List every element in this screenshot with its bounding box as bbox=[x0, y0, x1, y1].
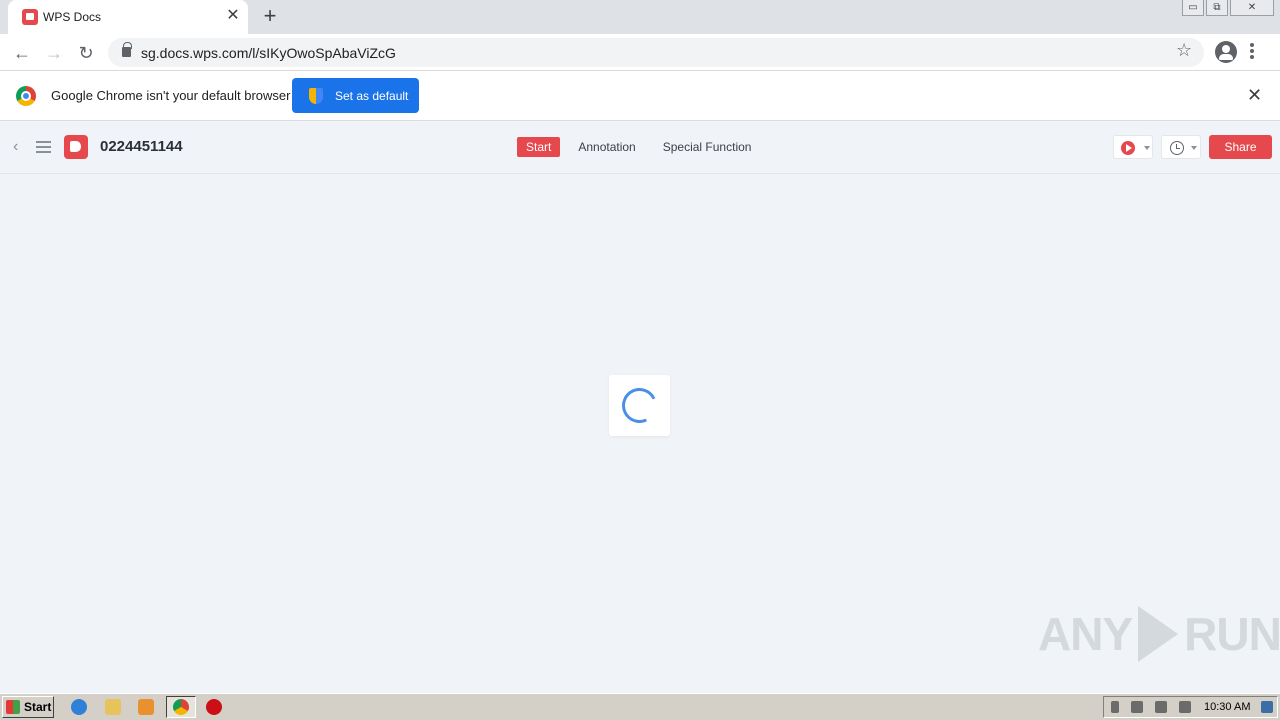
start-button[interactable]: Start bbox=[2, 696, 54, 718]
loading-spinner-icon bbox=[617, 383, 662, 428]
browser-tab[interactable]: WPS Docs ✕ bbox=[8, 0, 248, 34]
tab-annotation[interactable]: Annotation bbox=[569, 137, 644, 157]
bookmark-star-icon[interactable]: ☆ bbox=[1176, 40, 1192, 61]
loading-card bbox=[609, 375, 670, 436]
chrome-menu-icon[interactable] bbox=[1250, 43, 1254, 61]
media-player-icon[interactable] bbox=[138, 699, 154, 715]
chrome-taskbar-button[interactable] bbox=[166, 696, 196, 718]
infobar-close-icon[interactable]: ✕ bbox=[1247, 86, 1262, 104]
wps-favicon-icon bbox=[22, 9, 38, 25]
window-controls: ▭ ⧉ ✕ bbox=[1182, 0, 1274, 16]
set-as-default-button[interactable]: Set as default bbox=[292, 78, 419, 113]
url-text[interactable]: sg.docs.wps.com/l/sIKyOwoSpAbaViZcG bbox=[141, 45, 396, 61]
chevron-down-icon bbox=[1191, 146, 1197, 150]
system-tray bbox=[1103, 696, 1278, 718]
hamburger-menu-icon[interactable] bbox=[36, 141, 51, 153]
watermark-text-right: RUN bbox=[1184, 608, 1280, 660]
tab-strip: WPS Docs ✕ + ▭ ⧉ ✕ bbox=[0, 0, 1280, 34]
wps-logo bbox=[64, 135, 88, 159]
uac-shield-icon bbox=[309, 88, 323, 104]
lock-icon[interactable] bbox=[122, 42, 132, 57]
history-clock-icon bbox=[1170, 141, 1184, 155]
document-title[interactable]: 0224451144 bbox=[100, 138, 183, 155]
chrome-icon bbox=[173, 699, 189, 715]
network-icon[interactable] bbox=[1155, 701, 1167, 713]
share-button[interactable]: Share bbox=[1209, 135, 1272, 159]
forward-button[interactable]: → bbox=[42, 41, 66, 65]
wps-header: ‹ 0224451144 Start Annotation Special Fu… bbox=[0, 121, 1280, 174]
action-center-flag-icon[interactable] bbox=[1179, 701, 1191, 713]
watermark-text-left: ANY bbox=[1038, 608, 1133, 660]
infobar-message: Google Chrome isn't your default browser bbox=[51, 88, 291, 103]
restore-button[interactable]: ⧉ bbox=[1206, 0, 1228, 16]
start-label: Start bbox=[24, 700, 52, 714]
file-explorer-icon[interactable] bbox=[105, 699, 121, 715]
window-close-button[interactable]: ✕ bbox=[1230, 0, 1274, 16]
internet-explorer-icon[interactable] bbox=[71, 699, 87, 715]
minimize-button[interactable]: ▭ bbox=[1182, 0, 1204, 16]
default-browser-infobar: Google Chrome isn't your default browser… bbox=[0, 71, 1280, 121]
show-desktop-icon[interactable] bbox=[1261, 701, 1273, 713]
chevron-down-icon bbox=[1144, 146, 1150, 150]
show-hidden-icons-icon[interactable] bbox=[1111, 701, 1119, 713]
set-as-default-label: Set as default bbox=[335, 89, 409, 103]
system-clock[interactable]: 10:30 AM bbox=[1204, 701, 1250, 713]
opera-icon[interactable] bbox=[206, 699, 222, 715]
reload-button[interactable]: ↻ bbox=[74, 41, 98, 65]
address-bar[interactable]: sg.docs.wps.com/l/sIKyOwoSpAbaViZcG bbox=[108, 38, 1204, 67]
watermark-play-icon bbox=[1138, 606, 1179, 662]
chrome-logo-icon bbox=[16, 86, 36, 106]
ribbon-tabs: Start Annotation Special Function bbox=[517, 137, 769, 157]
account-icon[interactable] bbox=[1215, 41, 1237, 63]
browser-toolbar: ← → ↻ sg.docs.wps.com/l/sIKyOwoSpAbaViZc… bbox=[0, 34, 1280, 71]
new-tab-button[interactable]: + bbox=[259, 5, 281, 27]
tab-start[interactable]: Start bbox=[517, 137, 561, 157]
play-dropdown-button[interactable] bbox=[1113, 135, 1153, 159]
play-icon bbox=[1121, 141, 1135, 155]
windows-flag-icon bbox=[6, 700, 20, 714]
volume-icon[interactable] bbox=[1131, 701, 1143, 713]
history-dropdown-button[interactable] bbox=[1161, 135, 1201, 159]
back-arrow-icon[interactable]: ‹ bbox=[13, 138, 18, 156]
windows-taskbar: Start 10:30 AM bbox=[0, 693, 1280, 720]
tab-title: WPS Docs bbox=[43, 10, 102, 24]
anyrun-watermark: ANY RUN bbox=[1038, 606, 1280, 662]
tab-close-icon[interactable]: ✕ bbox=[224, 7, 242, 25]
back-button[interactable]: ← bbox=[10, 41, 34, 65]
tab-special-function[interactable]: Special Function bbox=[654, 137, 761, 157]
